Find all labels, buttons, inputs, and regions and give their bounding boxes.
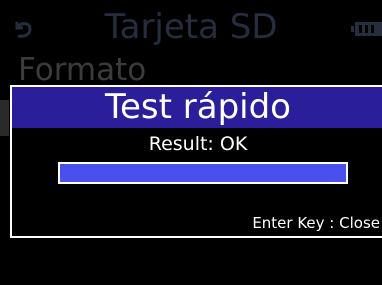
menu-selection-bar: [0, 100, 9, 136]
menu-item-format: Formato: [18, 52, 147, 88]
quick-test-dialog: Test rápido Result: OK Enter Key : Close: [10, 85, 382, 238]
screen-title: Tarjeta SD: [104, 7, 278, 47]
test-progress-fill: [60, 164, 346, 182]
dialog-title: Test rápido: [105, 87, 291, 127]
dialog-titlebar: Test rápido: [12, 87, 382, 128]
test-progress-bar: [58, 162, 348, 184]
test-result-text: Result: OK: [148, 133, 248, 155]
battery-icon: [351, 22, 382, 36]
close-hint[interactable]: Enter Key : Close: [252, 213, 380, 233]
device-screen: Tarjeta SD Formato Test rápido Result: O…: [0, 0, 382, 285]
